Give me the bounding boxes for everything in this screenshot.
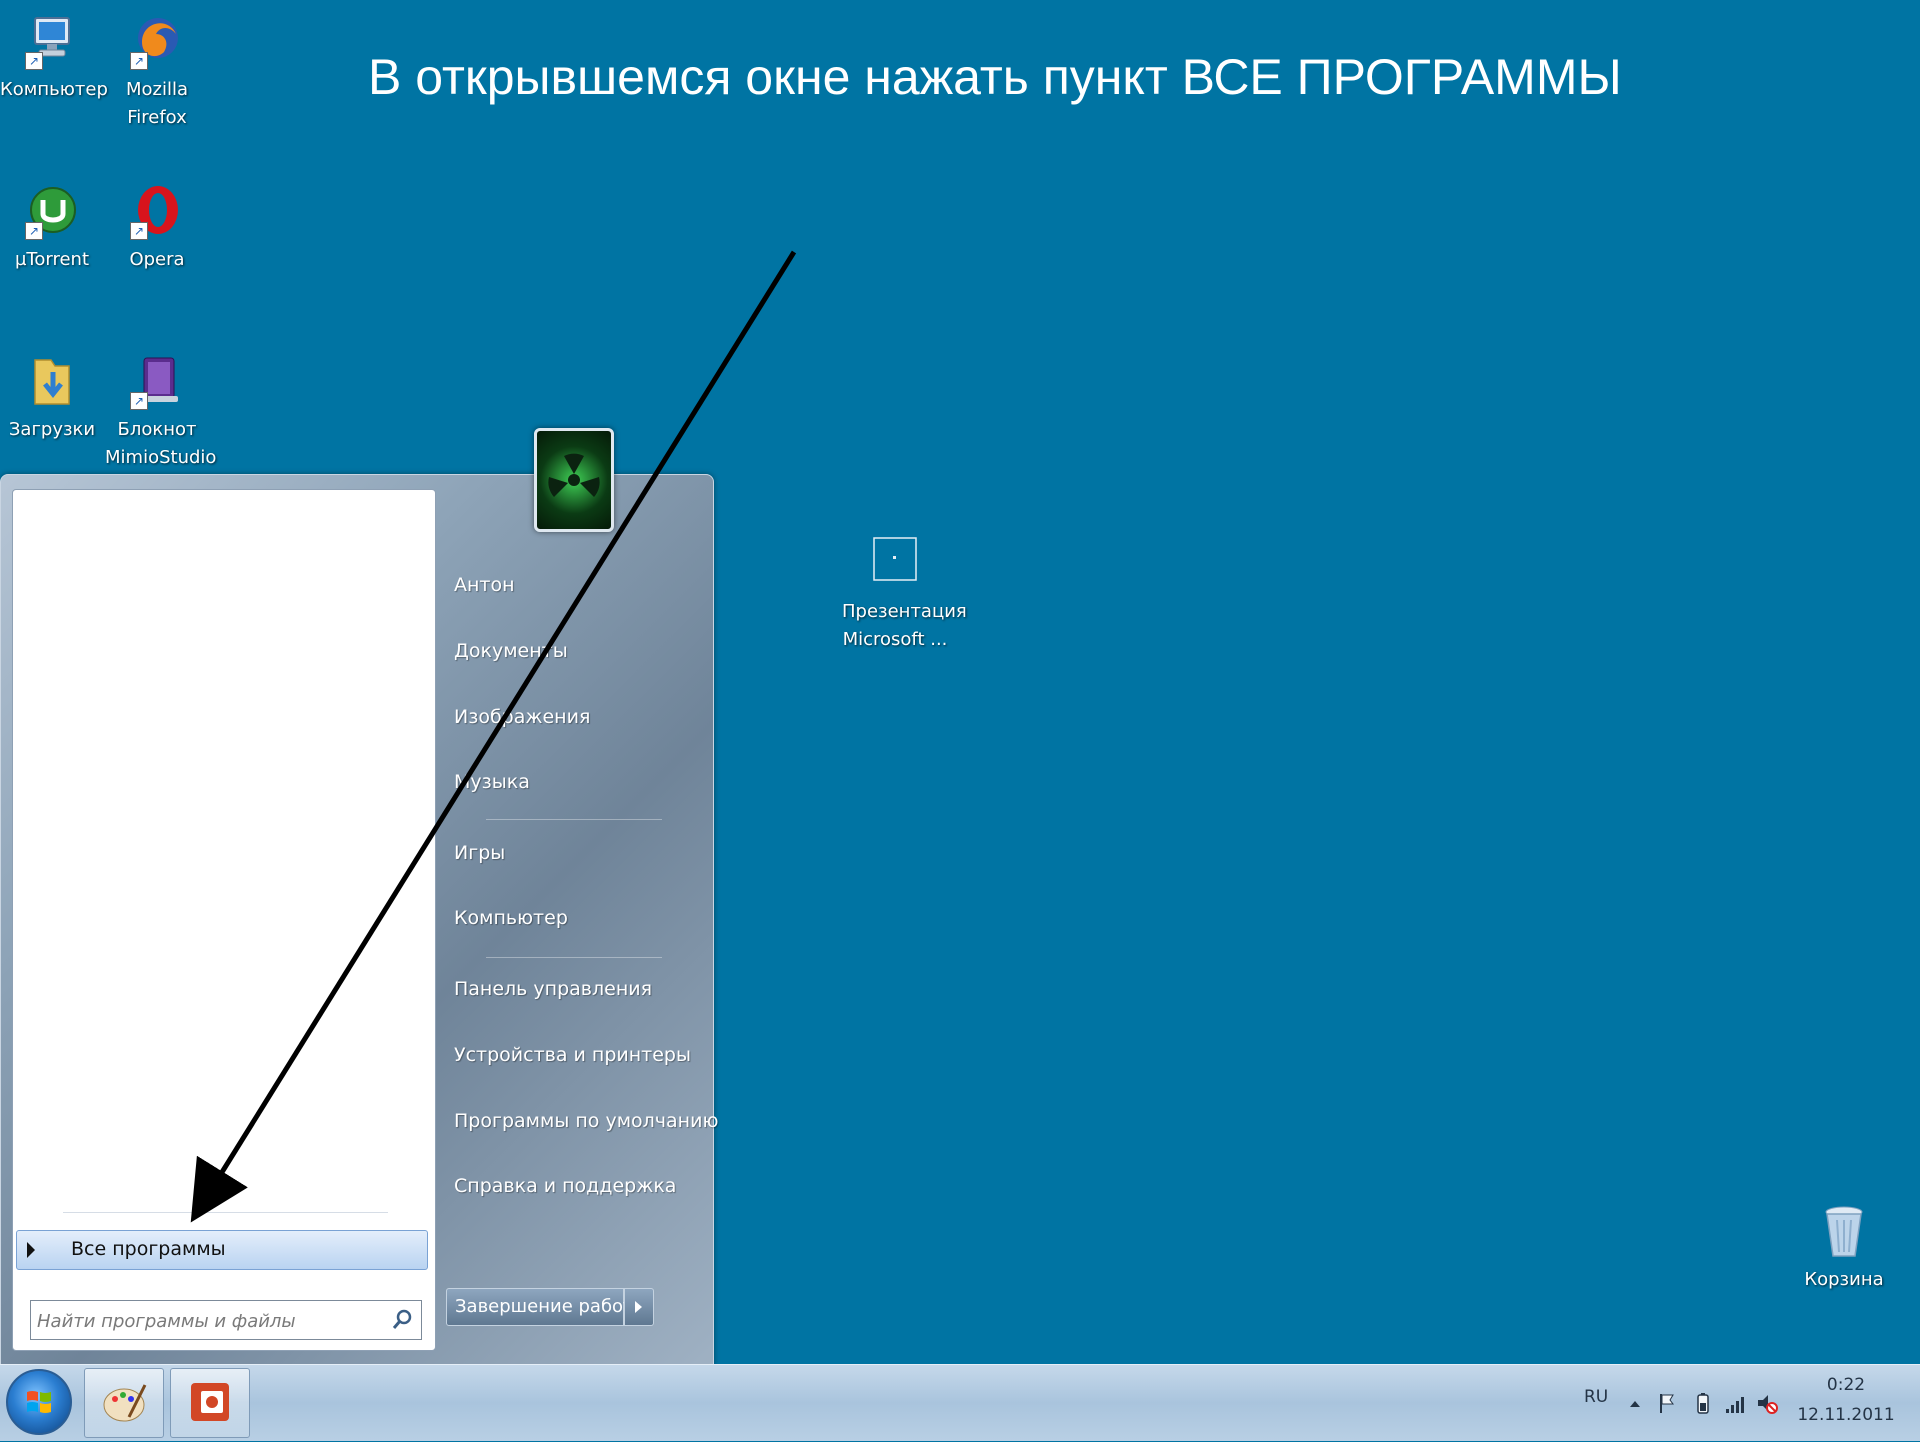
network-signal-icon[interactable] xyxy=(1724,1391,1746,1415)
start-item-control-panel[interactable]: Панель управления xyxy=(454,978,652,1000)
desktop-icon-label: µTorrent xyxy=(14,249,90,270)
start-item-user[interactable]: Антон xyxy=(454,574,515,596)
taskbar-powerpoint-button[interactable] xyxy=(170,1368,250,1438)
desktop-icon-label: Корзина xyxy=(1804,1269,1884,1290)
desktop-icon-computer[interactable]: ↗ Компьютер xyxy=(0,12,108,104)
shutdown-options-button[interactable] xyxy=(624,1288,654,1326)
all-programs-label: Все программы xyxy=(71,1238,226,1260)
desktop-icon-label: Microsoft ... xyxy=(842,629,948,650)
recycle-bin-icon xyxy=(1817,1202,1871,1260)
user-avatar[interactable] xyxy=(534,428,614,532)
start-item-music[interactable]: Музыка xyxy=(454,771,530,793)
windows-logo-icon xyxy=(27,1391,51,1413)
desktop-icon-label: Загрузки xyxy=(8,419,96,440)
action-center-flag-icon[interactable] xyxy=(1656,1391,1678,1415)
desktop-icon-utorrent[interactable]: ↗ µTorrent xyxy=(0,182,104,274)
desktop-icon-label: Firefox xyxy=(127,107,187,128)
desktop-icon-mimio-notebook[interactable]: ↗ Блокнот MimioStudio xyxy=(105,352,217,472)
start-button[interactable] xyxy=(6,1369,72,1435)
desktop-icon-presentation[interactable]: Презентация Microsoft ... xyxy=(842,534,967,654)
presentation-file-icon xyxy=(868,534,922,592)
opera-icon: ↗ xyxy=(130,182,184,240)
clock-date[interactable]: 12.11.2011 xyxy=(1796,1405,1896,1425)
start-item-help-support[interactable]: Справка и поддержка xyxy=(454,1175,676,1197)
battery-icon[interactable] xyxy=(1692,1391,1714,1415)
search-icon xyxy=(391,1309,413,1331)
paint-palette-icon xyxy=(103,1384,147,1422)
triangle-right-icon xyxy=(635,1301,642,1313)
start-menu: Все программы xyxy=(0,474,714,1366)
all-programs-button[interactable]: Все программы xyxy=(16,1230,428,1270)
start-item-computer[interactable]: Компьютер xyxy=(454,907,568,929)
triangle-right-icon xyxy=(27,1242,35,1258)
language-indicator[interactable]: RU xyxy=(1584,1387,1608,1407)
instruction-caption: В открывшемся окне нажать пункт ВСЕ ПРОГ… xyxy=(368,49,1622,105)
separator xyxy=(63,1212,388,1213)
firefox-icon: ↗ xyxy=(130,12,184,70)
powerpoint-icon xyxy=(191,1383,229,1421)
start-item-devices-printers[interactable]: Устройства и принтеры xyxy=(454,1044,691,1066)
notebook-icon: ↗ xyxy=(130,352,184,410)
taskbar: RU 0:22 12.11.2011 xyxy=(0,1364,1920,1441)
desktop-icon-recycle-bin[interactable]: Корзина xyxy=(1792,1202,1896,1294)
desktop-icon-label: Mozilla xyxy=(125,79,189,100)
start-item-games[interactable]: Игры xyxy=(454,842,505,864)
utorrent-icon: ↗ xyxy=(25,182,79,240)
start-item-documents[interactable]: Документы xyxy=(454,640,568,662)
desktop-icon-label: MimioStudio xyxy=(105,447,217,468)
start-item-default-programs[interactable]: Программы по умолчанию xyxy=(454,1110,718,1132)
computer-icon: ↗ xyxy=(25,12,79,70)
show-hidden-icons-icon[interactable] xyxy=(1624,1391,1646,1415)
folder-download-icon xyxy=(25,352,79,410)
desktop-icon-label: Презентация xyxy=(842,601,967,622)
desktop-icon-label: Блокнот xyxy=(117,419,197,440)
separator xyxy=(486,819,662,820)
programs-pane: Все программы xyxy=(12,489,436,1351)
shutdown-button[interactable]: Завершение работы xyxy=(446,1288,648,1326)
desktop-icon-opera[interactable]: ↗ Opera xyxy=(105,182,209,274)
desktop-icon-label: Компьютер xyxy=(0,79,108,100)
start-item-pictures[interactable]: Изображения xyxy=(454,706,590,728)
desktop-icon-firefox[interactable]: ↗ Mozilla Firefox xyxy=(105,12,209,132)
search-box[interactable] xyxy=(30,1300,422,1340)
clock-time[interactable]: 0:22 xyxy=(1806,1375,1886,1395)
separator xyxy=(486,957,662,958)
desktop-icon-downloads[interactable]: Загрузки xyxy=(0,352,104,444)
taskbar-paint-button[interactable] xyxy=(84,1368,164,1438)
desktop-icon-label: Opera xyxy=(129,249,185,270)
search-input[interactable] xyxy=(35,1305,379,1337)
volume-muted-icon[interactable] xyxy=(1756,1391,1778,1415)
